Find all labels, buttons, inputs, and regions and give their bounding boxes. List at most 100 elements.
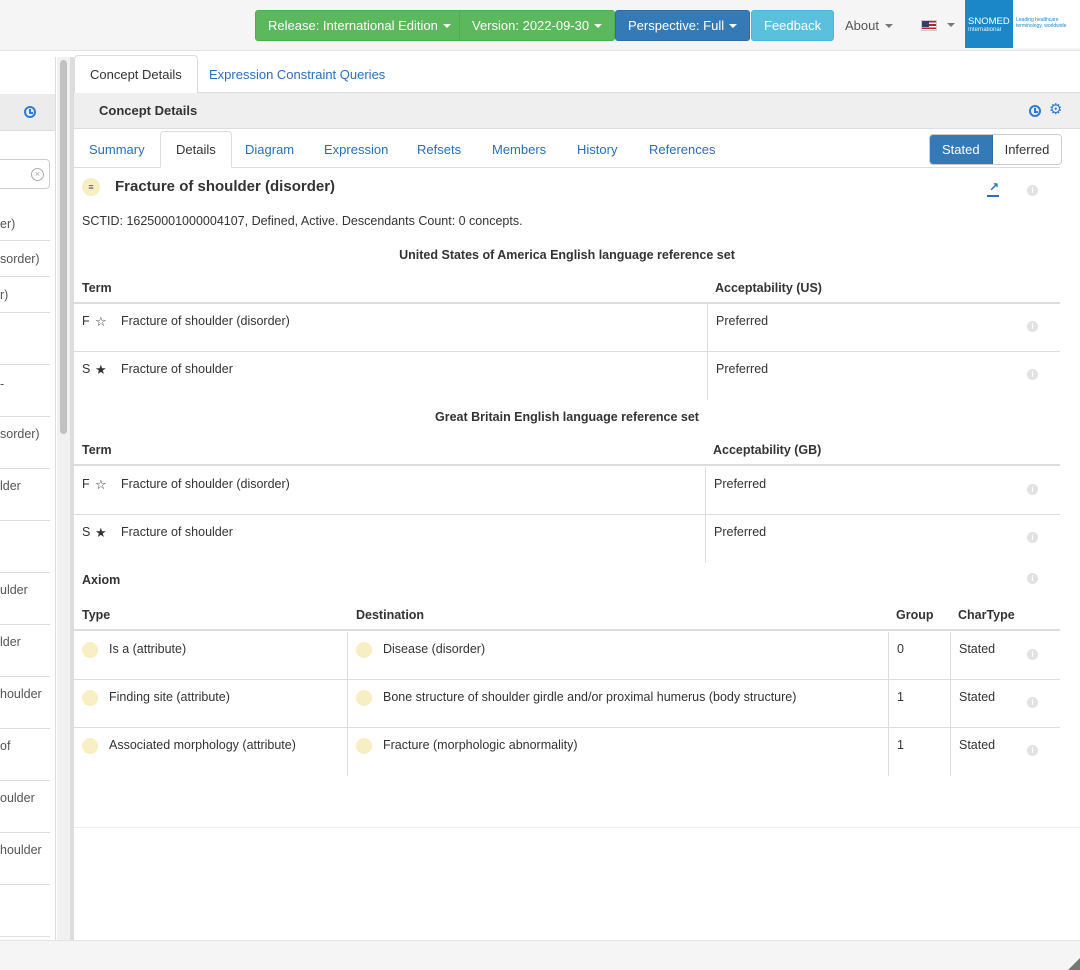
search-result-item[interactable]: houlder <box>0 833 50 885</box>
gb-col-acceptability: Acceptability (GB) <box>713 443 822 457</box>
search-result-item[interactable]: sorder) <box>0 417 50 469</box>
search-result-item[interactable] <box>0 885 50 937</box>
tab-references[interactable]: References <box>634 132 730 166</box>
release-dropdown[interactable]: Release: International Edition <box>255 10 464 41</box>
tab-expression-constraint-queries[interactable]: Expression Constraint Queries <box>194 55 400 93</box>
relationship-type[interactable]: Associated morphology (attribute) <box>109 738 296 752</box>
about-dropdown[interactable]: About <box>845 10 893 41</box>
panel-tabs: Concept Details Expression Constraint Qu… <box>74 55 1080 94</box>
acceptability-value: Preferred <box>716 314 769 328</box>
tab-history[interactable]: History <box>562 132 632 166</box>
info-icon[interactable]: i <box>1027 369 1038 380</box>
tab-members[interactable]: Members <box>477 132 561 166</box>
axiom-table-header: Type Destination Group CharType <box>74 598 1060 631</box>
export-icon[interactable] <box>987 180 1001 197</box>
perspective-label: Perspective: Full <box>628 18 725 33</box>
table-row: Associated morphology (attribute) Fractu… <box>74 728 1060 776</box>
col-destination: Destination <box>356 608 425 622</box>
us-table-header: Term Acceptability (US) <box>74 271 1060 304</box>
search-result-item[interactable]: oulder <box>0 781 50 833</box>
search-result-item[interactable]: houlder <box>0 677 50 729</box>
us-refset-title: United States of America English languag… <box>399 248 735 262</box>
concept-dot-icon <box>356 738 372 754</box>
relationship-destination[interactable]: Fracture (morphologic abnormality) <box>383 738 578 752</box>
concept-dot-icon <box>82 642 98 658</box>
tab-expression[interactable]: Expression <box>309 132 403 166</box>
star-outline-icon: ☆ <box>95 477 107 492</box>
left-scrollbar-thumb[interactable] <box>60 60 67 434</box>
search-result-item[interactable]: - <box>0 365 50 417</box>
tab-concept-details[interactable]: Concept Details <box>74 55 198 94</box>
relationship-type[interactable]: Finding site (attribute) <box>109 690 230 704</box>
gb-refset-title: Great Britain English language reference… <box>435 410 699 424</box>
acceptability-value: Preferred <box>716 362 769 376</box>
logo-tagline: Leading healthcare terminology, worldwid… <box>1016 17 1067 29</box>
clear-search-icon[interactable]: × <box>31 168 44 181</box>
about-label: About <box>845 18 879 33</box>
search-panel-header <box>0 94 55 131</box>
us-flag-icon[interactable] <box>921 20 937 31</box>
info-icon[interactable]: i <box>1027 697 1038 708</box>
info-icon[interactable]: i <box>1027 573 1038 584</box>
term-text: Fracture of shoulder (disorder) <box>121 314 290 328</box>
release-label: Release: International Edition <box>268 18 438 33</box>
logo-sub: International <box>968 26 1002 33</box>
relationship-chartype: Stated <box>959 738 996 752</box>
table-row: Finding site (attribute) Bone structure … <box>74 680 1060 728</box>
info-icon[interactable]: i <box>1027 484 1038 495</box>
primitive-status-icon: ≡ <box>82 178 100 196</box>
search-result-item[interactable]: r) <box>0 277 50 313</box>
search-input[interactable]: × <box>0 159 50 189</box>
table-row: S ★ Fracture of shoulder Preferred i <box>74 515 1060 563</box>
concept-dot-icon <box>82 738 98 754</box>
gear-icon[interactable]: ⚙ <box>1049 102 1063 117</box>
concept-dot-icon <box>356 642 372 658</box>
search-result-item[interactable]: lder <box>0 625 50 677</box>
star-filled-icon: ★ <box>95 362 107 377</box>
panel-title: Concept Details <box>99 103 198 118</box>
perspective-dropdown[interactable]: Perspective: Full <box>615 10 751 41</box>
view-toggle: Stated Inferred <box>929 134 1063 165</box>
search-result-item[interactable]: lder <box>0 469 50 521</box>
acceptability-value: Preferred <box>714 477 767 491</box>
relationship-destination[interactable]: Bone structure of shoulder girdle and/or… <box>383 690 796 704</box>
tab-details[interactable]: Details <box>160 131 232 168</box>
relationship-chartype: Stated <box>959 690 996 704</box>
concept-title: Fracture of shoulder (disorder) <box>115 178 336 195</box>
panel-header: Concept Details ⚙ <box>74 93 1080 129</box>
footer-bar <box>0 940 1080 970</box>
relationship-destination[interactable]: Disease (disorder) <box>383 642 485 656</box>
detail-tabs: Summary Details Diagram Expression Refse… <box>74 130 1060 168</box>
search-result-item[interactable] <box>0 313 50 365</box>
search-result-item[interactable]: of <box>0 729 50 781</box>
col-type: Type <box>82 608 111 622</box>
inferred-button[interactable]: Inferred <box>992 135 1062 164</box>
gb-col-term: Term <box>82 443 112 457</box>
search-result-item[interactable]: er) <box>0 205 50 241</box>
stated-button[interactable]: Stated <box>930 135 993 164</box>
caret-down-icon <box>884 23 893 28</box>
history-clock-icon[interactable] <box>24 106 36 118</box>
search-result-item[interactable] <box>0 521 50 573</box>
version-dropdown[interactable]: Version: 2022-09-30 <box>459 10 616 41</box>
search-result-item[interactable]: ulder <box>0 573 50 625</box>
info-icon[interactable]: i <box>1027 532 1038 543</box>
language-caret-icon[interactable] <box>947 23 955 27</box>
description-type: F <box>82 314 90 328</box>
info-icon[interactable]: i <box>1027 185 1038 196</box>
tab-summary[interactable]: Summary <box>74 132 160 166</box>
info-icon[interactable]: i <box>1027 321 1038 332</box>
description-type: F <box>82 477 90 491</box>
relationship-type[interactable]: Is a (attribute) <box>109 642 186 656</box>
tab-refsets[interactable]: Refsets <box>402 132 476 166</box>
info-icon[interactable]: i <box>1027 745 1038 756</box>
caret-down-icon <box>442 23 451 28</box>
table-row: F ☆ Fracture of shoulder (disorder) Pref… <box>74 304 1060 352</box>
history-clock-icon[interactable] <box>1029 105 1041 117</box>
resize-handle-icon[interactable] <box>1068 958 1080 970</box>
info-icon[interactable]: i <box>1027 649 1038 660</box>
tab-diagram[interactable]: Diagram <box>230 132 309 166</box>
feedback-button[interactable]: Feedback <box>751 10 835 41</box>
divider <box>74 827 1080 828</box>
search-result-item[interactable]: sorder) <box>0 241 50 277</box>
